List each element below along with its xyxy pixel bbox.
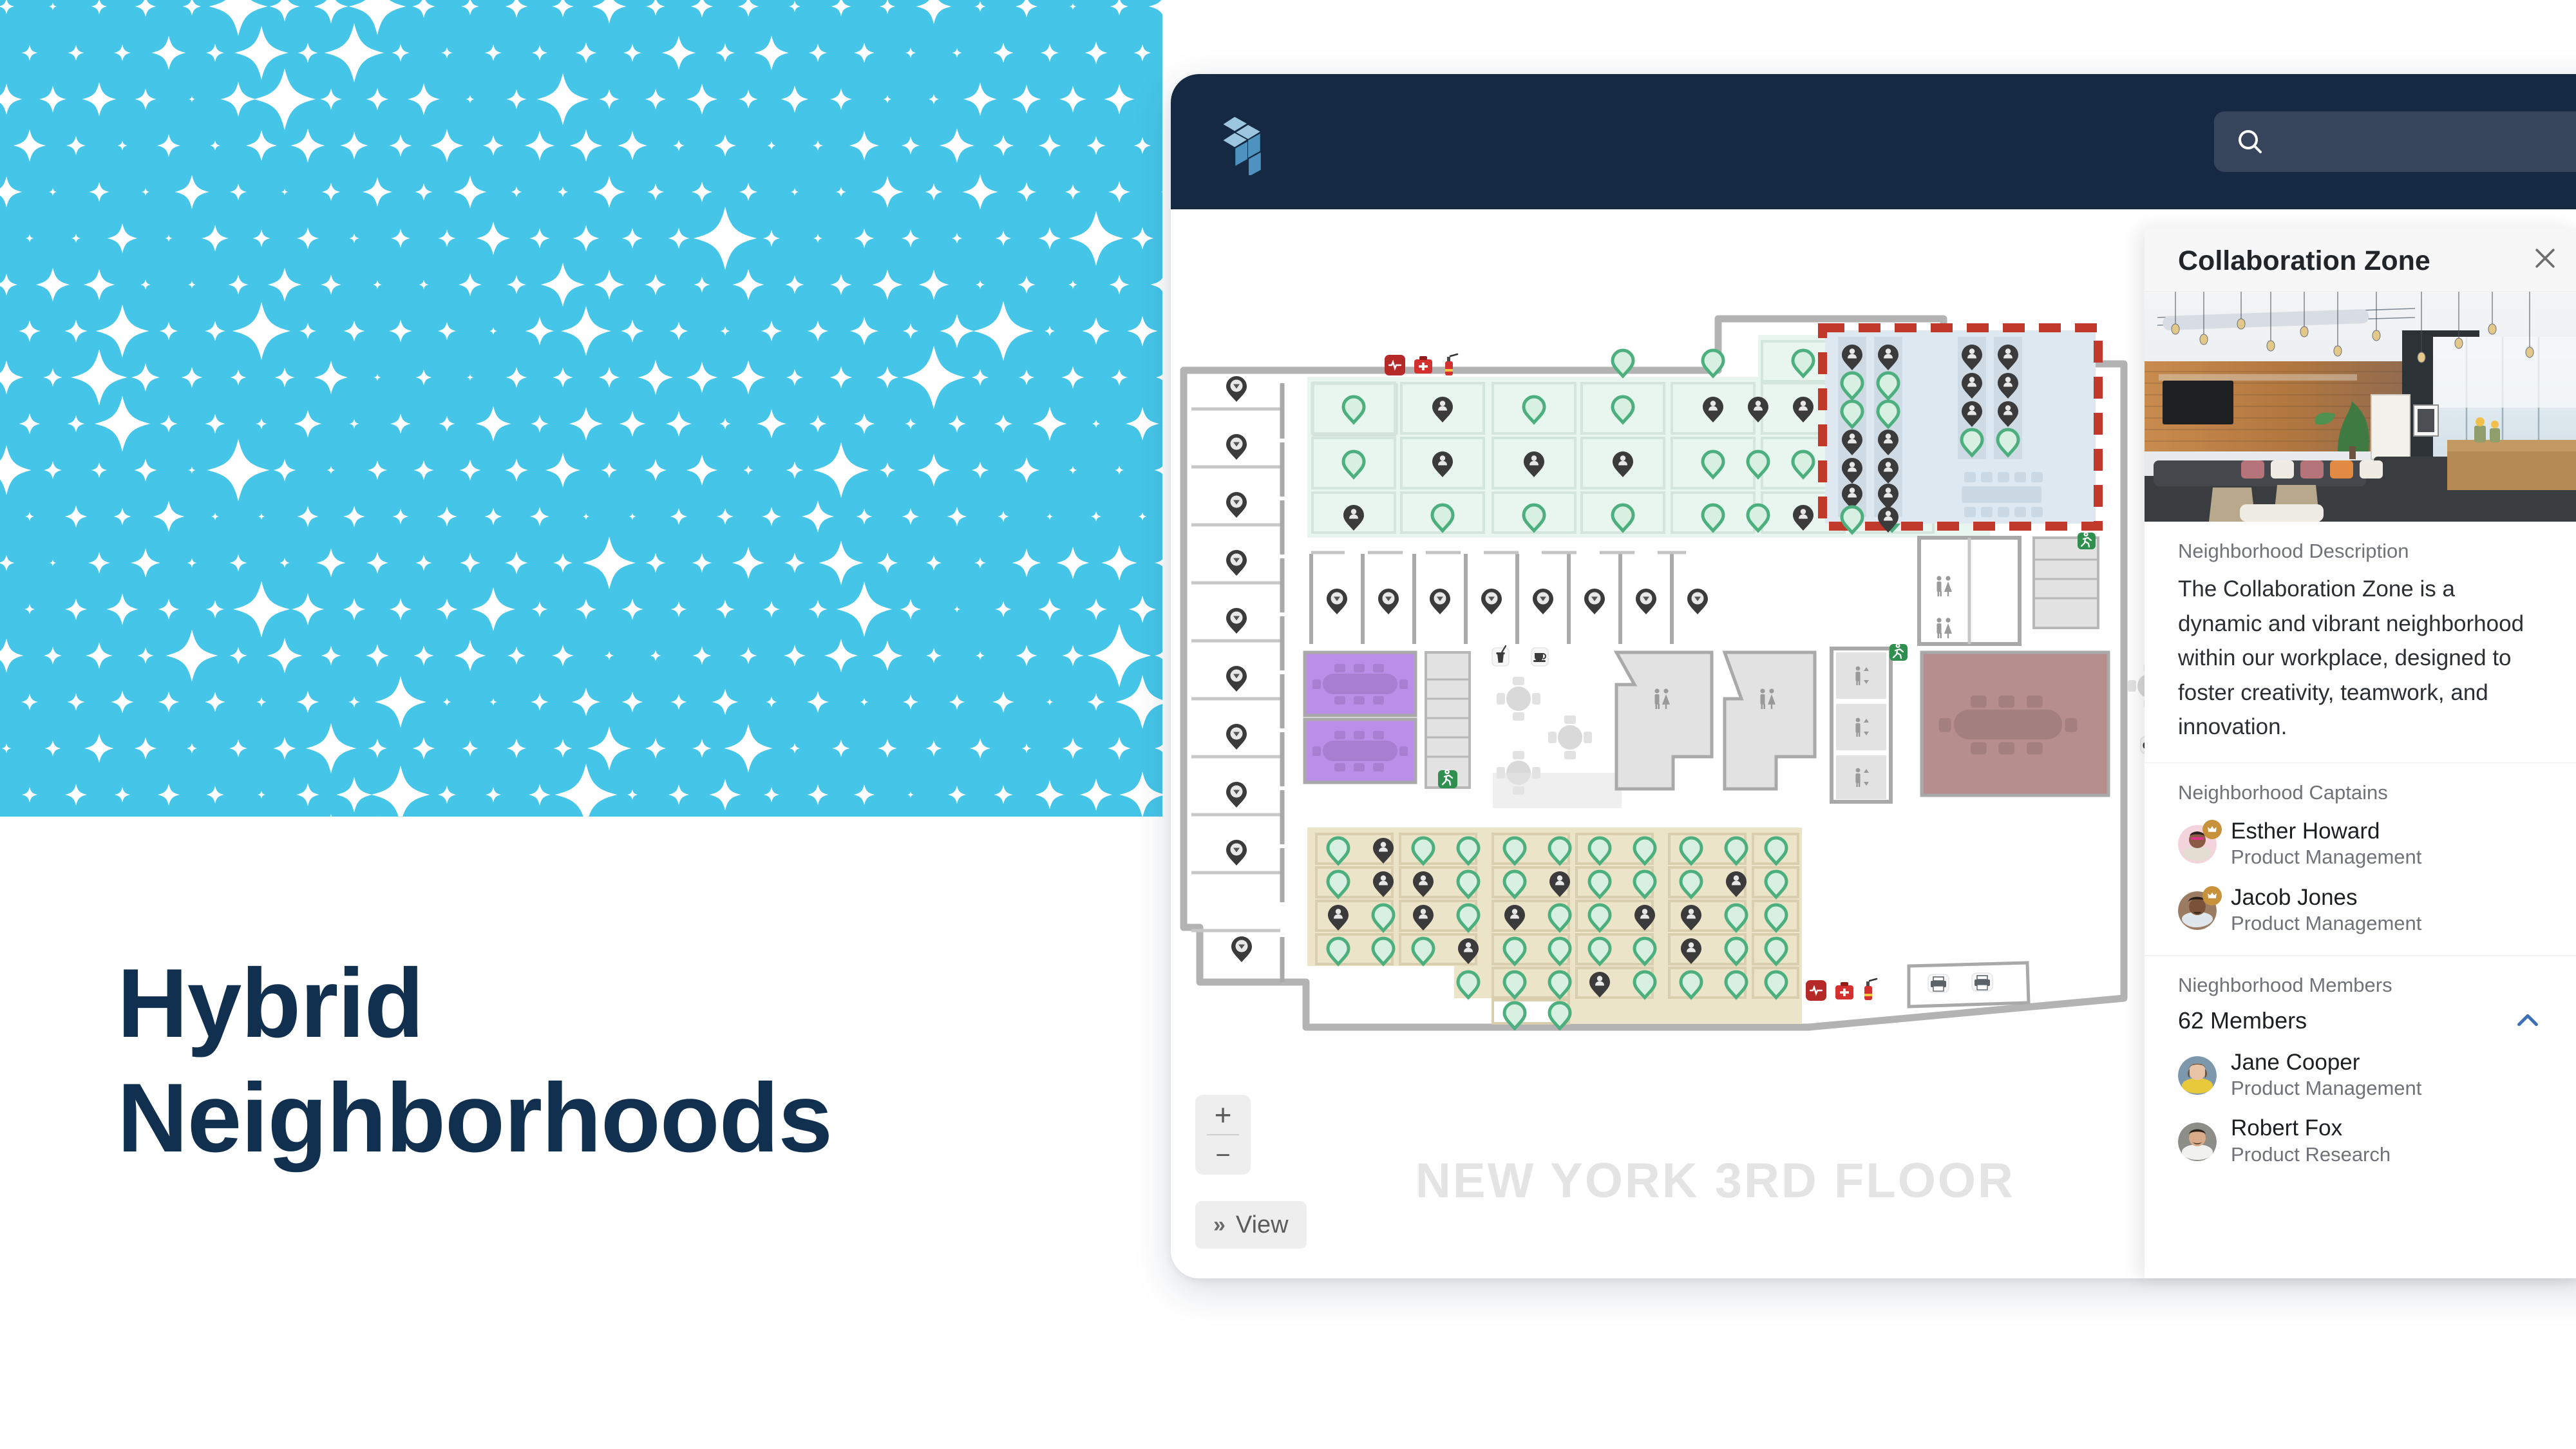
chevron-up-icon[interactable]: [2513, 1006, 2543, 1036]
captain-role: Product Management: [2231, 912, 2422, 935]
view-button[interactable]: » View: [1195, 1201, 1307, 1249]
captain-row[interactable]: Esther Howard Product Management: [2178, 819, 2543, 871]
page-root: Hybrid Neighborhoods NEW YORK 3RD FLOOR …: [0, 0, 2576, 1449]
hero-sparkle-panel: [0, 0, 1162, 817]
printer-icon: [1971, 972, 1993, 992]
member-row[interactable]: Robert Fox Product Research: [2178, 1115, 2543, 1168]
avatar-jane-cooper: [2178, 1056, 2217, 1095]
search-icon: [2239, 130, 2262, 153]
captain-role: Product Management: [2231, 846, 2422, 869]
emergency-exit-icon: [2078, 532, 2096, 549]
neighborhood-detail-panel: Collaboration Zone Neighborhood Descript…: [2145, 229, 2576, 1278]
member-row[interactable]: Jane Cooper Product Management: [2178, 1050, 2543, 1102]
headline-line-1: Hybrid: [117, 949, 424, 1058]
safety-icon-cluster-top[interactable]: [1385, 353, 1459, 375]
avatar: [2178, 820, 2222, 864]
members-label: Nieghborhood Members: [2178, 973, 2392, 996]
captain-name: Jacob Jones: [2231, 884, 2358, 910]
crown-icon: [2202, 820, 2222, 840]
captains-label: Neighborhood Captains: [2178, 781, 2388, 804]
page-title: Hybrid Neighborhoods: [117, 947, 1019, 1176]
avatar-robert-fox: [2178, 1122, 2217, 1161]
floorplan-label: NEW YORK 3RD FLOOR: [1416, 1153, 2015, 1208]
zoom-controls[interactable]: + −: [1195, 1095, 1251, 1175]
emergency-exit-icon: [1889, 643, 1908, 661]
collaboration-zone-photo: [2145, 292, 2576, 522]
view-button-label: View: [1235, 1211, 1289, 1238]
emergency-exit-icon: [1438, 769, 1457, 788]
headline-line-2: Neighborhoods: [117, 1063, 833, 1173]
zoom-in-button[interactable]: +: [1195, 1095, 1251, 1134]
zone-mauve-boardroom[interactable]: [1920, 650, 2172, 797]
member-name: Jane Cooper: [2231, 1049, 2360, 1075]
search-input[interactable]: [2276, 111, 2576, 172]
avatar: [2178, 886, 2222, 931]
captain-name: Esther Howard: [2231, 818, 2380, 844]
crown-icon: [2202, 886, 2222, 906]
coffee-icon: [1531, 647, 1549, 667]
close-icon[interactable]: [2527, 240, 2563, 276]
avatar: [2178, 1056, 2217, 1095]
drink-icon: [1492, 645, 1510, 667]
printer-icon: [1927, 974, 1949, 993]
search-bar[interactable]: [2214, 111, 2576, 172]
panel-header: Collaboration Zone: [2145, 229, 2576, 292]
isometric-blocks-logo[interactable]: [1215, 108, 1282, 175]
description-label: Neighborhood Description: [2178, 540, 2409, 562]
member-role: Product Research: [2231, 1143, 2391, 1166]
members-section: Nieghborhood Members 62 Members Jane Coo…: [2145, 954, 2576, 1168]
zoom-out-button[interactable]: −: [1195, 1135, 1251, 1175]
sparkle-pattern: [0, 0, 1162, 817]
panel-body[interactable]: Neighborhood Description The Collaborati…: [2145, 522, 2576, 1278]
captains-section: Neighborhood Captains Esther Howard Prod…: [2145, 762, 2576, 937]
member-role: Product Management: [2231, 1077, 2422, 1100]
description-section: Neighborhood Description The Collaborati…: [2145, 522, 2576, 744]
member-name: Robert Fox: [2231, 1115, 2343, 1141]
members-count: 62 Members: [2178, 1007, 2307, 1034]
first-aid-kit-icon: [1414, 356, 1432, 374]
members-count-row[interactable]: 62 Members: [2178, 1006, 2543, 1036]
captain-row[interactable]: Jacob Jones Product Management: [2178, 885, 2543, 937]
panel-title: Collaboration Zone: [2178, 245, 2430, 276]
avatar: [2178, 1122, 2217, 1161]
app-topbar: [1171, 74, 2576, 209]
collaboration-zone-selected[interactable]: [1818, 323, 2103, 533]
double-chevron-right-icon: »: [1213, 1212, 1226, 1237]
stairs: [1425, 651, 1471, 789]
description-text: The Collaboration Zone is a dynamic and …: [2178, 576, 2524, 740]
